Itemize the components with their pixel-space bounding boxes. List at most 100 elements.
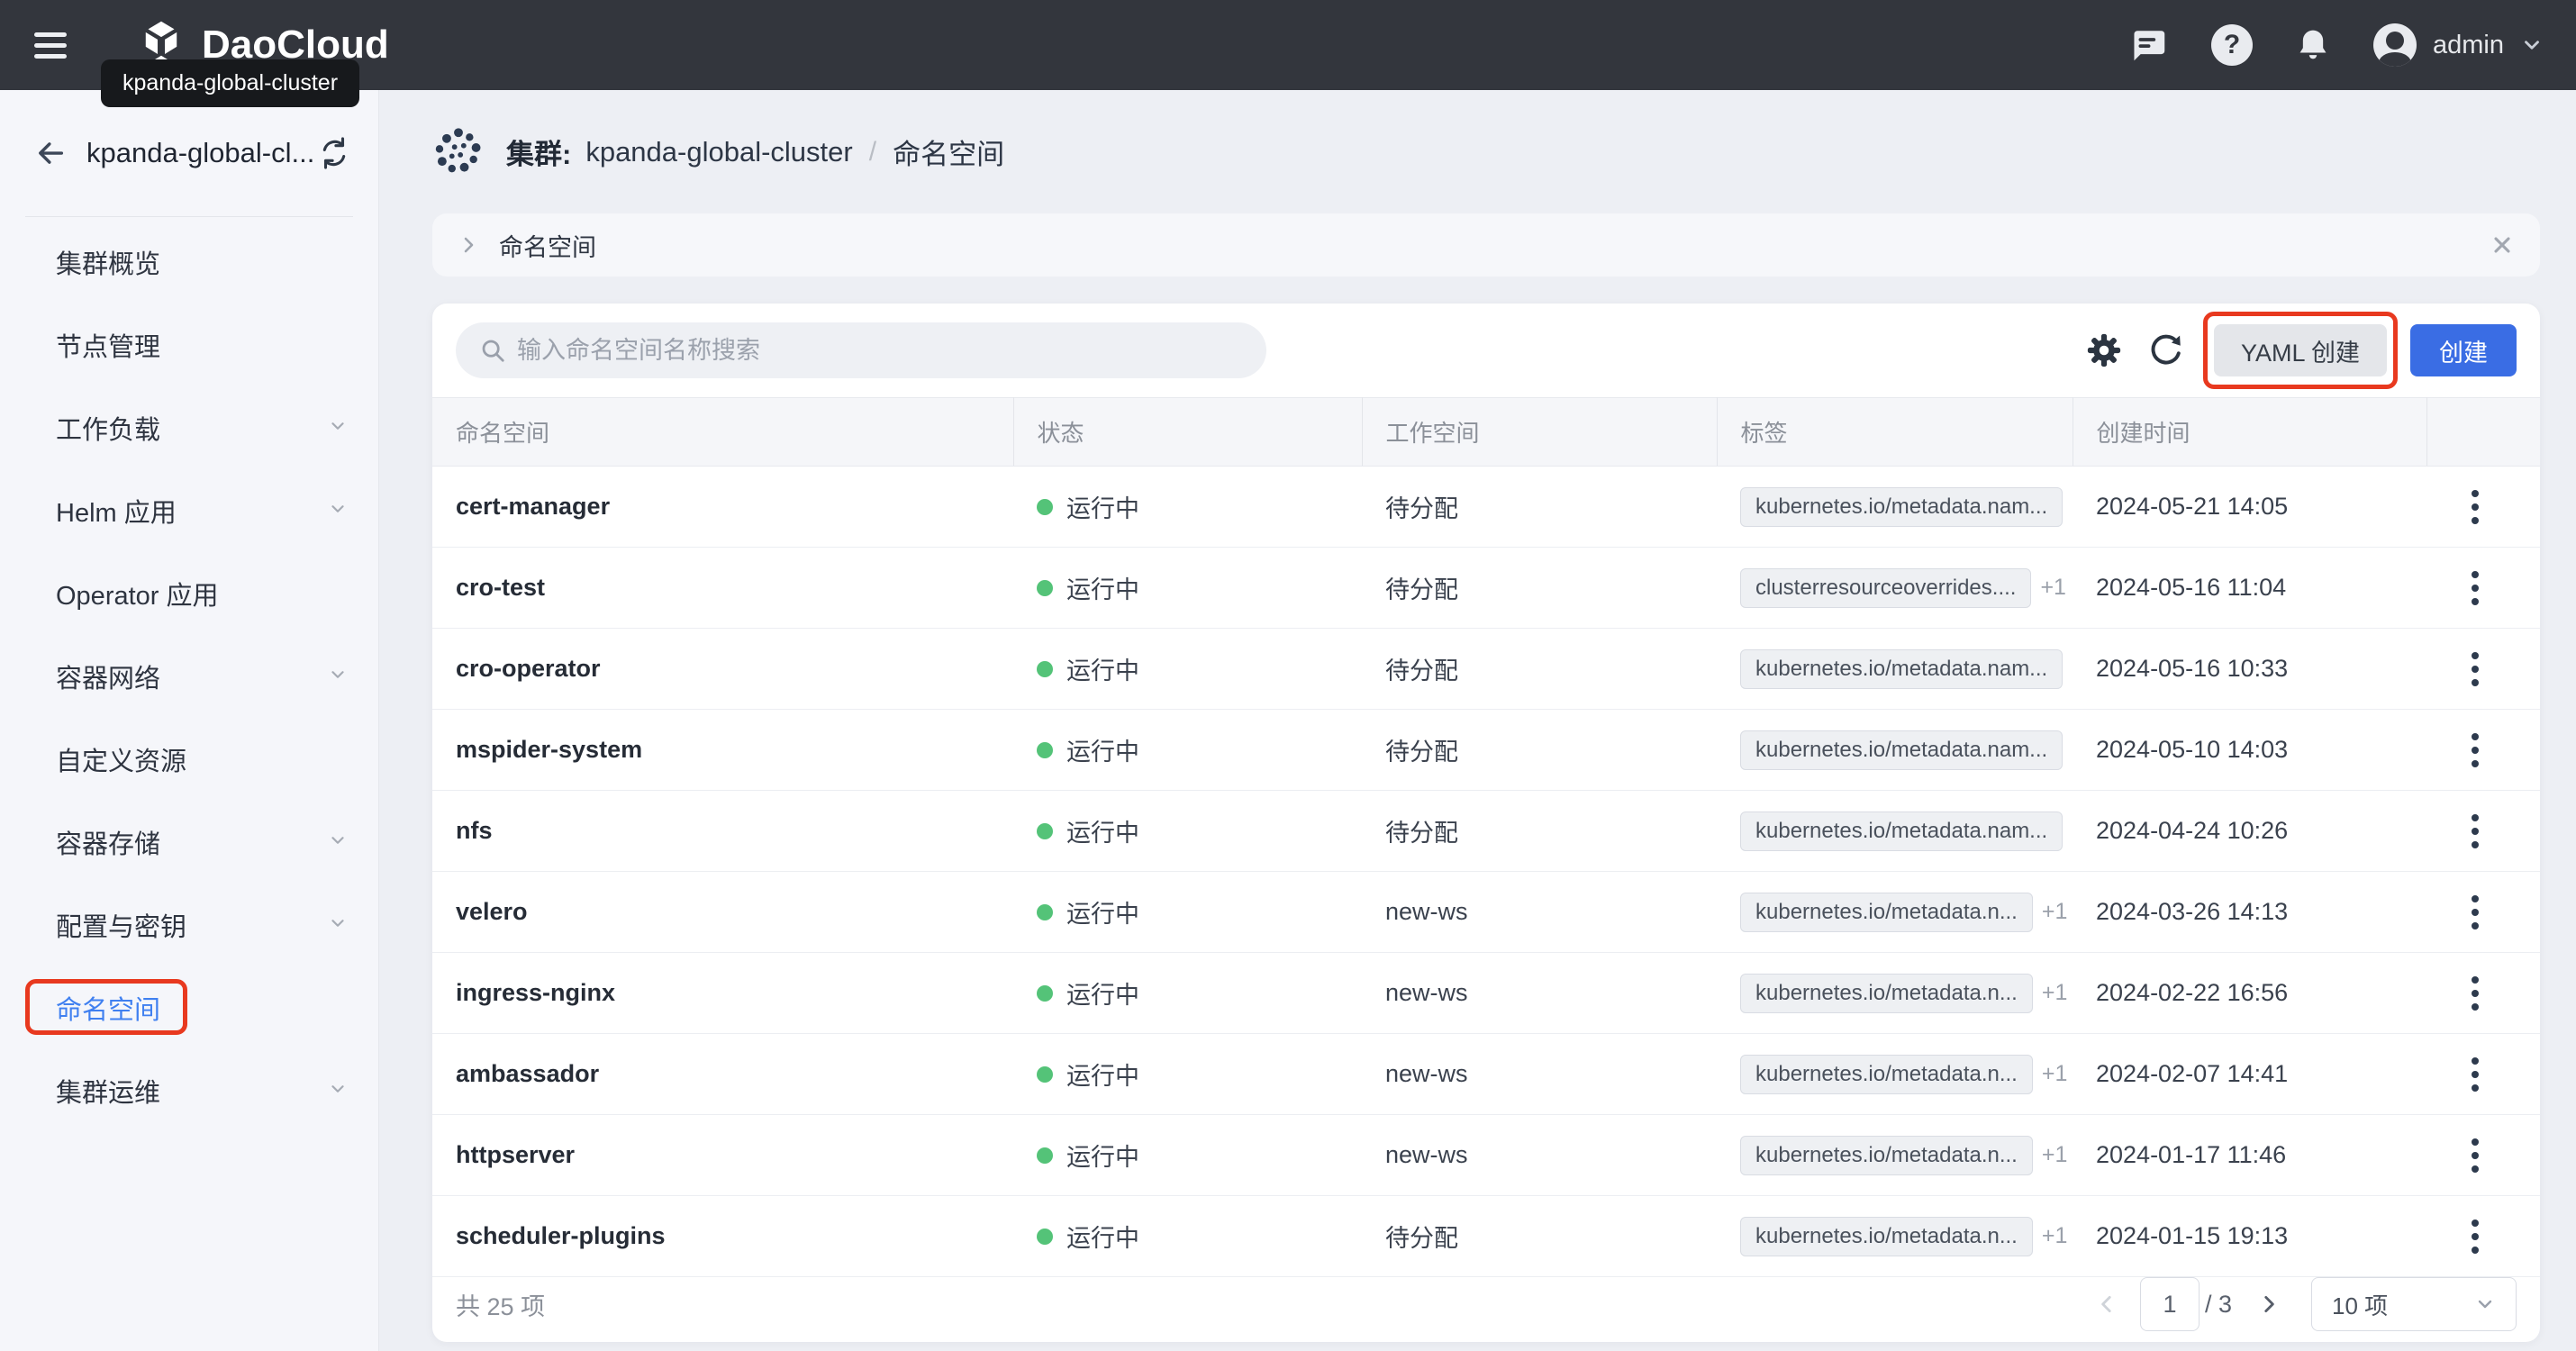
namespace-name[interactable]: mspider-system: [456, 736, 642, 763]
namespace-card: YAML 创建 创建 命名空间状态工作空间标签创建时间 cert-manager…: [432, 304, 2540, 1342]
kebab-menu-icon[interactable]: [2472, 976, 2479, 1011]
cluster-icon: [432, 126, 485, 178]
label-chip[interactable]: kubernetes.io/metadata.n...: [1740, 1217, 2033, 1256]
namespace-name[interactable]: httpserver: [456, 1141, 575, 1168]
workspace-cell: new-ws: [1362, 1115, 1717, 1196]
workspace-cell: 待分配: [1362, 791, 1717, 872]
chevron-down-icon: [2520, 33, 2544, 57]
namespace-name[interactable]: ambassador: [456, 1060, 599, 1087]
label-chip[interactable]: kubernetes.io/metadata.n...: [1740, 974, 2033, 1013]
status-text: 运行中: [1066, 732, 1139, 767]
settings-gear-icon[interactable]: [2086, 332, 2122, 368]
namespace-name[interactable]: nfs: [456, 817, 493, 844]
kebab-menu-icon[interactable]: [2472, 733, 2479, 767]
workspace-cell: 待分配: [1362, 710, 1717, 791]
sidebar-item-自定义资源[interactable]: 自定义资源: [0, 718, 378, 801]
table-row: nfs运行中待分配kubernetes.io/metadata.nam...20…: [432, 791, 2540, 872]
search-input[interactable]: [456, 322, 1266, 378]
namespace-name[interactable]: cert-manager: [456, 493, 610, 520]
page-size-value: 10 项: [2332, 1288, 2388, 1321]
namespace-name[interactable]: cro-test: [456, 574, 545, 601]
sidebar-item-命名空间[interactable]: 命名空间: [0, 966, 378, 1049]
sidebar-item-容器存储[interactable]: 容器存储: [0, 801, 378, 884]
sidebar-item-Operator 应用[interactable]: Operator 应用: [0, 552, 378, 635]
chevron-down-icon: [328, 665, 348, 689]
namespace-table: 命名空间状态工作空间标签创建时间 cert-manager运行中待分配kuber…: [432, 397, 2540, 1277]
namespace-name[interactable]: ingress-nginx: [456, 979, 615, 1006]
created-time-cell: 2024-01-17 11:46: [2073, 1115, 2426, 1196]
user-menu[interactable]: admin: [2373, 23, 2544, 67]
status-badge: 运行中: [1037, 813, 1362, 848]
section-tab-bar[interactable]: 命名空间: [432, 213, 2540, 277]
sidebar-item-配置与密钥[interactable]: 配置与密钥: [0, 884, 378, 966]
created-time-cell: 2024-05-16 10:33: [2073, 629, 2426, 710]
sidebar-item-label: 容器存储: [56, 823, 160, 861]
cluster-label: 集群:: [506, 131, 571, 172]
kebab-menu-icon[interactable]: [2472, 490, 2479, 524]
workspace-cell: 待分配: [1362, 548, 1717, 629]
status-text: 运行中: [1066, 894, 1139, 929]
close-icon[interactable]: [2490, 232, 2515, 258]
page-number-input[interactable]: [2140, 1277, 2200, 1331]
kebab-menu-icon[interactable]: [2472, 571, 2479, 605]
column-header: 工作空间: [1362, 398, 1717, 467]
namespace-name[interactable]: velero: [456, 898, 528, 925]
back-arrow-icon[interactable]: [34, 137, 67, 169]
kebab-menu-icon[interactable]: [2472, 1220, 2479, 1254]
help-icon[interactable]: ?: [2211, 24, 2253, 66]
sidebar-item-容器网络[interactable]: 容器网络: [0, 635, 378, 718]
label-extra-count[interactable]: +1: [2042, 980, 2068, 1005]
breadcrumb-cluster-name[interactable]: kpanda-global-cluster: [585, 136, 852, 168]
kebab-menu-icon[interactable]: [2472, 652, 2479, 686]
sidebar-item-label: 工作负载: [56, 409, 160, 447]
sidebar-item-节点管理[interactable]: 节点管理: [0, 304, 378, 386]
search-box: [456, 322, 1266, 378]
cluster-tooltip: kpanda-global-cluster: [101, 59, 359, 107]
status-badge: 运行中: [1037, 1219, 1362, 1254]
created-time-cell: 2024-02-07 14:41: [2073, 1034, 2426, 1115]
chevron-right-icon[interactable]: [458, 234, 479, 256]
status-dot: [1037, 985, 1053, 1002]
next-page-icon[interactable]: [2257, 1292, 2281, 1316]
hamburger-menu-icon[interactable]: [34, 32, 67, 59]
label-chip[interactable]: kubernetes.io/metadata.n...: [1740, 893, 2033, 932]
status-text: 运行中: [1066, 975, 1139, 1011]
switch-cluster-icon[interactable]: [317, 136, 351, 170]
namespace-name[interactable]: scheduler-plugins: [456, 1222, 666, 1249]
namespace-name[interactable]: cro-operator: [456, 655, 601, 682]
label-extra-count[interactable]: +1: [2042, 899, 2068, 924]
table-row: mspider-system 运行中 待分配 kubernetes.io/metada…: [432, 710, 2540, 791]
sidebar-item-Helm 应用[interactable]: Helm 应用: [0, 469, 378, 552]
kebab-menu-icon[interactable]: [2472, 1138, 2479, 1173]
create-button[interactable]: 创建: [2410, 324, 2517, 376]
label-chip[interactable]: kubernetes.io/metadata.nam...: [1740, 649, 2063, 689]
workspace-cell: new-ws: [1362, 953, 1717, 1034]
label-chip[interactable]: kubernetes.io/metadata.nam...: [1740, 812, 2063, 851]
label-extra-count[interactable]: +1: [2042, 1142, 2068, 1167]
label-extra-count[interactable]: +1: [2042, 1223, 2068, 1248]
chat-icon[interactable]: [2128, 24, 2170, 66]
sidebar-item-label: Helm 应用: [56, 492, 177, 530]
refresh-icon[interactable]: [2147, 331, 2185, 369]
label-chip[interactable]: kubernetes.io/metadata.n...: [1740, 1136, 2033, 1175]
status-text: 运行中: [1066, 813, 1139, 848]
kebab-menu-icon[interactable]: [2472, 1057, 2479, 1092]
label-chip[interactable]: clusterresourceoverrides....: [1740, 568, 2031, 608]
workspace-cell: new-ws: [1362, 1034, 1717, 1115]
kebab-menu-icon[interactable]: [2472, 895, 2479, 929]
label-chip[interactable]: kubernetes.io/metadata.nam...: [1740, 730, 2063, 770]
notifications-bell-icon[interactable]: [2294, 25, 2332, 65]
sidebar-item-集群运维[interactable]: 集群运维: [0, 1049, 378, 1132]
label-extra-count[interactable]: +1: [2042, 1061, 2068, 1086]
status-dot: [1037, 904, 1053, 920]
yaml-create-button[interactable]: YAML 创建: [2214, 324, 2387, 376]
page-size-select[interactable]: 10 项: [2311, 1277, 2517, 1331]
sidebar-item-工作负载[interactable]: 工作负载: [0, 386, 378, 469]
label-chip[interactable]: kubernetes.io/metadata.nam...: [1740, 487, 2063, 527]
label-extra-count[interactable]: +1: [2040, 575, 2066, 600]
kebab-menu-icon[interactable]: [2472, 814, 2479, 848]
toolbar: YAML 创建 创建: [432, 304, 2540, 397]
prev-page-icon[interactable]: [2095, 1292, 2118, 1316]
label-chip[interactable]: kubernetes.io/metadata.n...: [1740, 1055, 2033, 1094]
sidebar-item-集群概览[interactable]: 集群概览: [0, 221, 378, 304]
